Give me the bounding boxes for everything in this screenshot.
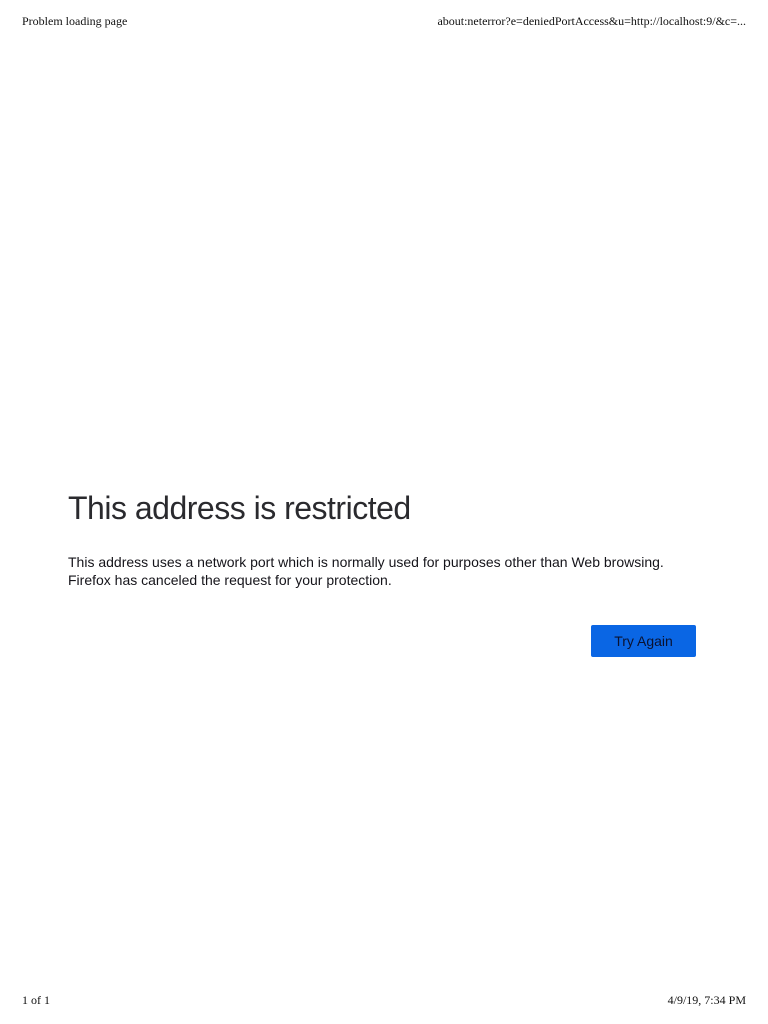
print-timestamp: 4/9/19, 7:34 PM: [667, 993, 746, 1007]
page-url: about:neterror?e=deniedPortAccess&u=http…: [437, 14, 746, 28]
page-count: 1 of 1: [22, 993, 50, 1007]
print-footer: 1 of 1 4/9/19, 7:34 PM: [22, 993, 746, 1009]
error-description: This address uses a network port which i…: [68, 553, 698, 589]
error-description-line-1: This address uses a network port which i…: [68, 554, 664, 570]
error-description-line-2: Firefox has canceled the request for you…: [68, 572, 392, 588]
error-page-container: This address is restricted This address …: [68, 488, 698, 659]
button-row: Try Again: [68, 625, 698, 659]
print-header: Problem loading page about:neterror?e=de…: [22, 14, 746, 30]
page-title: Problem loading page: [22, 14, 128, 28]
try-again-button[interactable]: Try Again: [591, 625, 696, 657]
error-title: This address is restricted: [68, 490, 411, 526]
